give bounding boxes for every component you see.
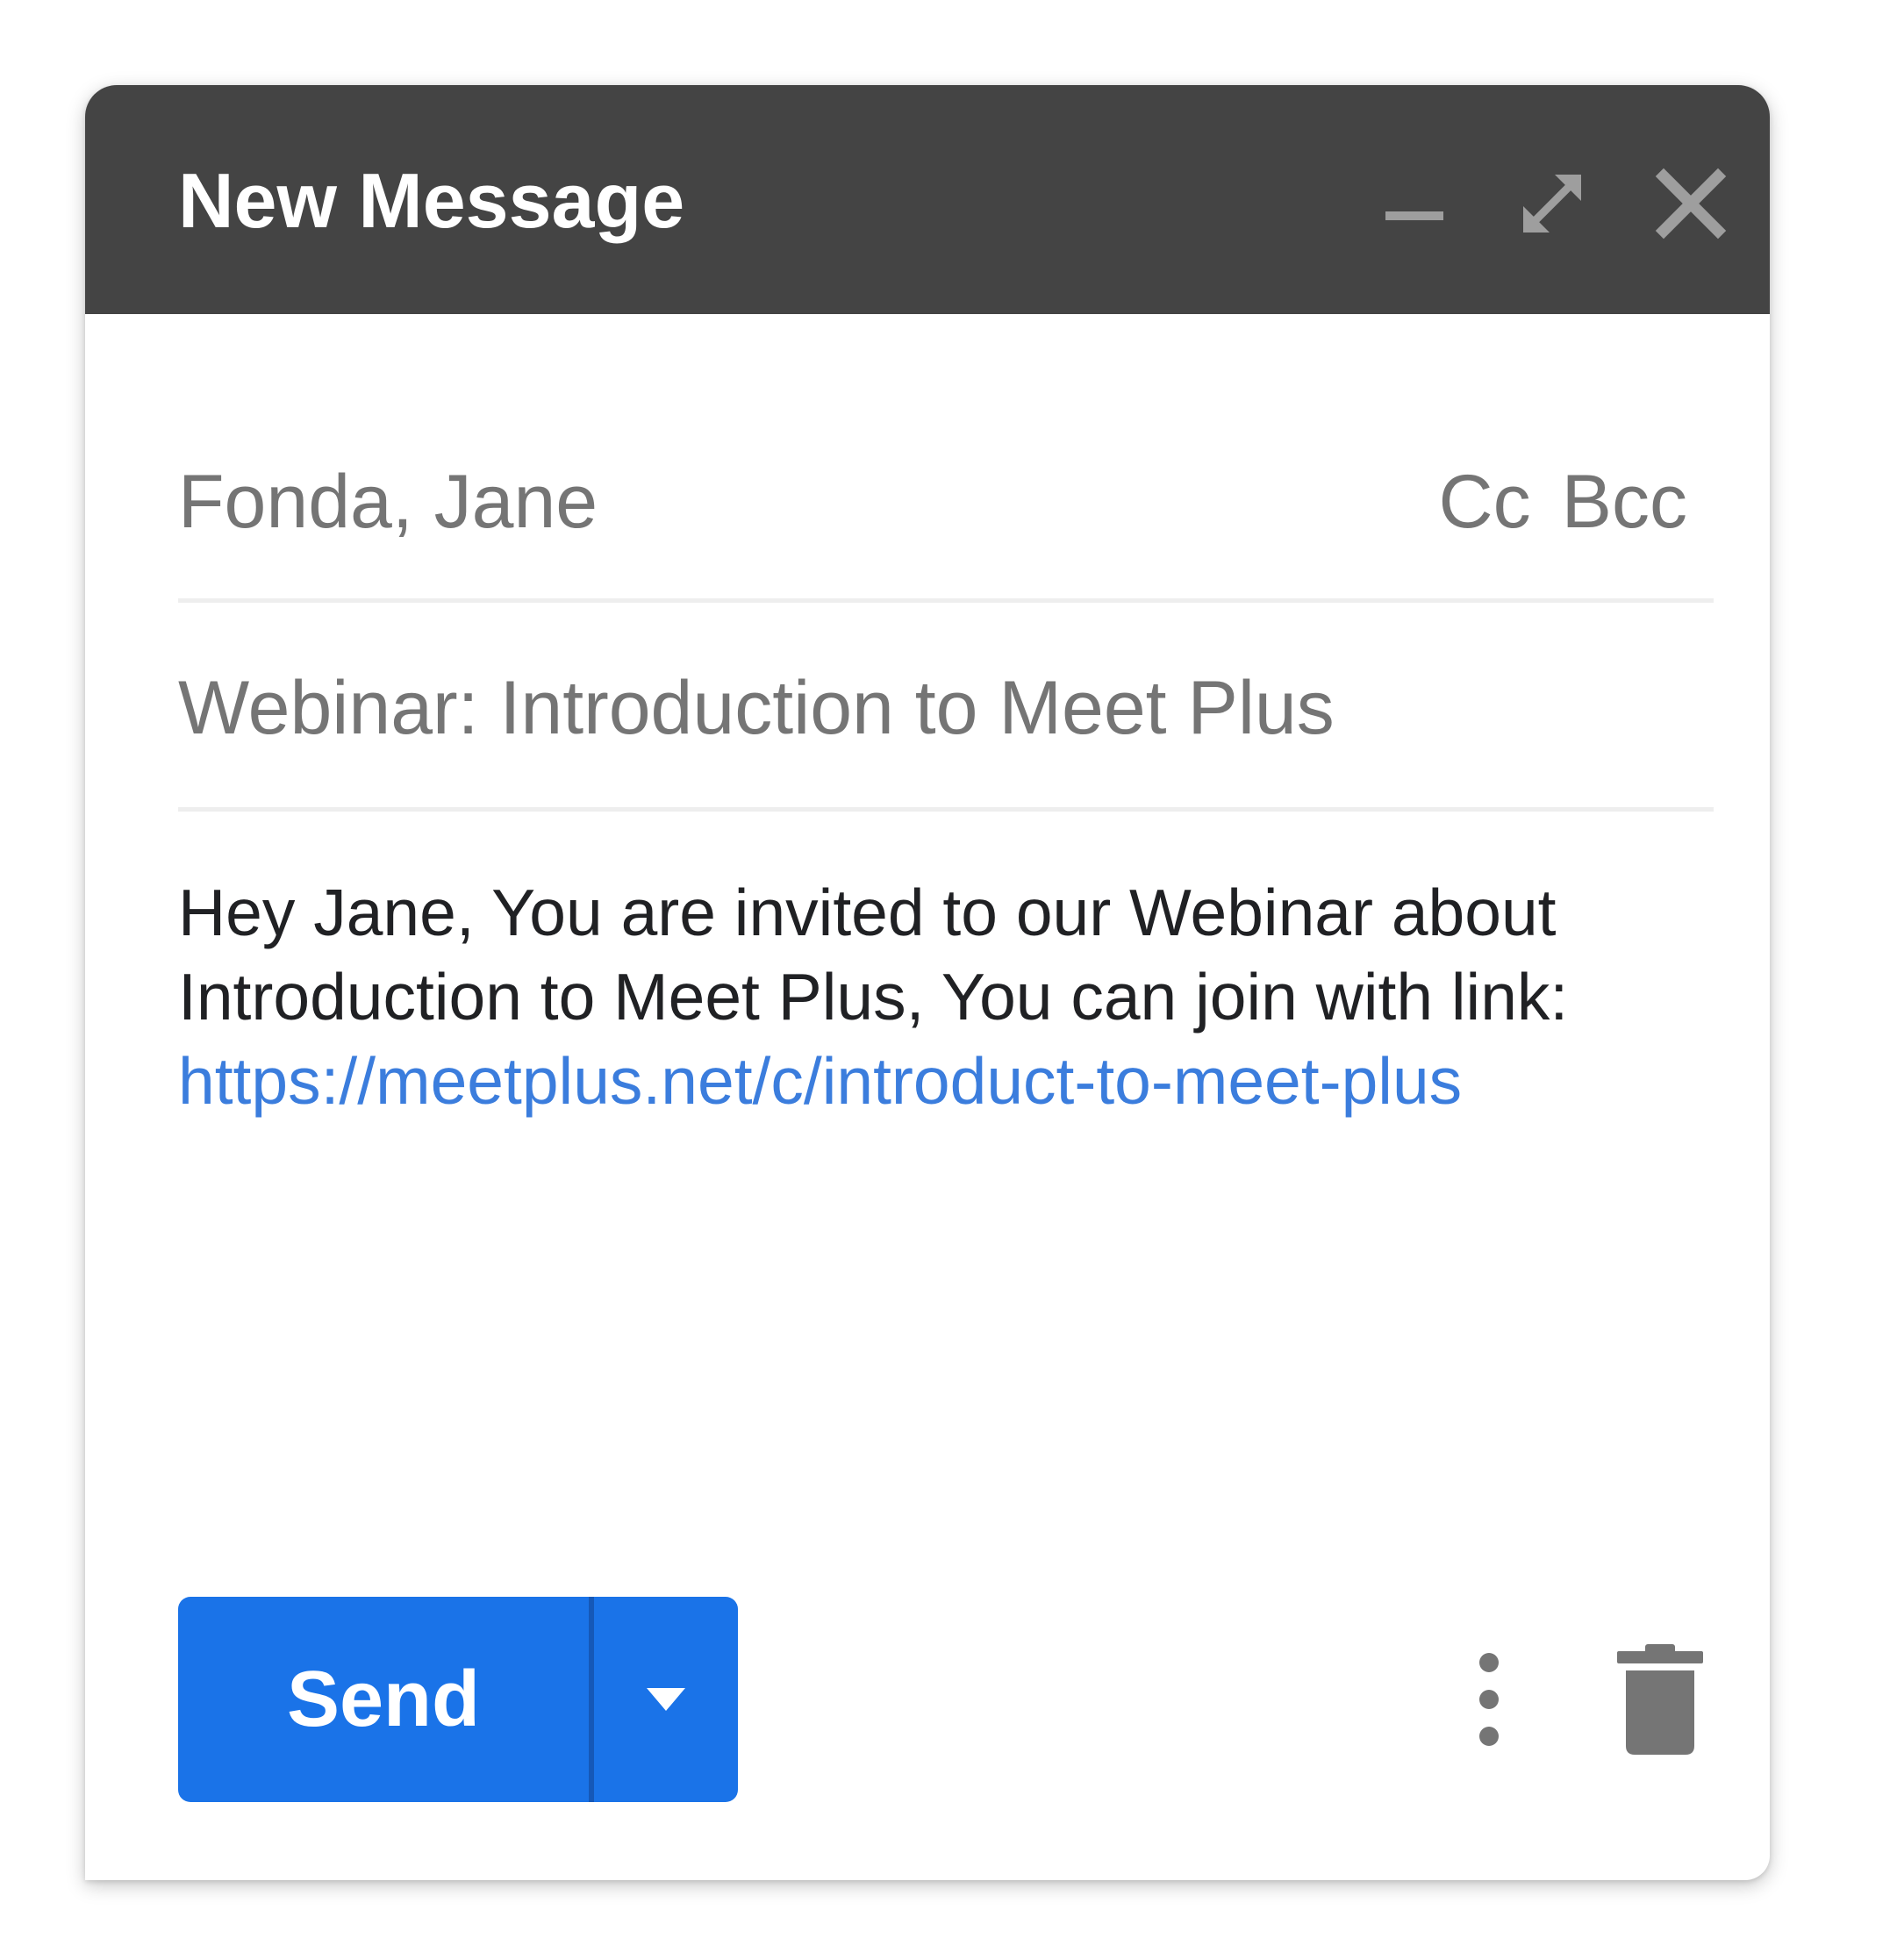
body-line-2: Introduction to Meet Plus, You can join … <box>178 960 1569 1034</box>
to-field[interactable]: Fonda, Jane Cc Bcc <box>178 375 1714 603</box>
minimize-icon <box>1385 211 1443 220</box>
close-button[interactable] <box>1651 164 1730 243</box>
trash-icon <box>1617 1644 1703 1755</box>
more-options-button[interactable] <box>1463 1647 1515 1752</box>
discard-button[interactable] <box>1612 1642 1708 1756</box>
body-line-1: Hey Jane, You are invited to our Webinar… <box>178 876 1557 949</box>
compose-title: New Message <box>178 157 685 244</box>
to-recipient[interactable]: Fonda, Jane <box>178 458 598 546</box>
caret-down-icon <box>647 1688 685 1711</box>
send-button[interactable]: Send <box>178 1597 589 1802</box>
cc-bcc-links: Cc Bcc <box>1439 458 1687 546</box>
send-button-group: Send <box>178 1597 738 1802</box>
expand-button[interactable] <box>1513 164 1592 243</box>
compose-header: New Message <box>85 85 1770 314</box>
minimize-button[interactable] <box>1375 164 1454 243</box>
close-icon <box>1655 168 1727 240</box>
more-vertical-icon <box>1479 1653 1499 1746</box>
bcc-link[interactable]: Bcc <box>1562 460 1687 544</box>
message-body[interactable]: Hey Jane, You are invited to our Webinar… <box>178 870 1722 1123</box>
expand-icon <box>1523 175 1581 232</box>
subject-field[interactable]: Webinar: Introduction to Meet Plus <box>178 598 1714 812</box>
subject-text[interactable]: Webinar: Introduction to Meet Plus <box>178 664 1335 752</box>
cc-link[interactable]: Cc <box>1439 460 1531 544</box>
join-link[interactable]: https://meetplus.net/c/introduct-to-meet… <box>178 1039 1722 1123</box>
send-options-button[interactable] <box>594 1597 738 1802</box>
compose-window: New Message Fonda, Jane Cc Bcc Webinar: … <box>85 85 1770 1880</box>
